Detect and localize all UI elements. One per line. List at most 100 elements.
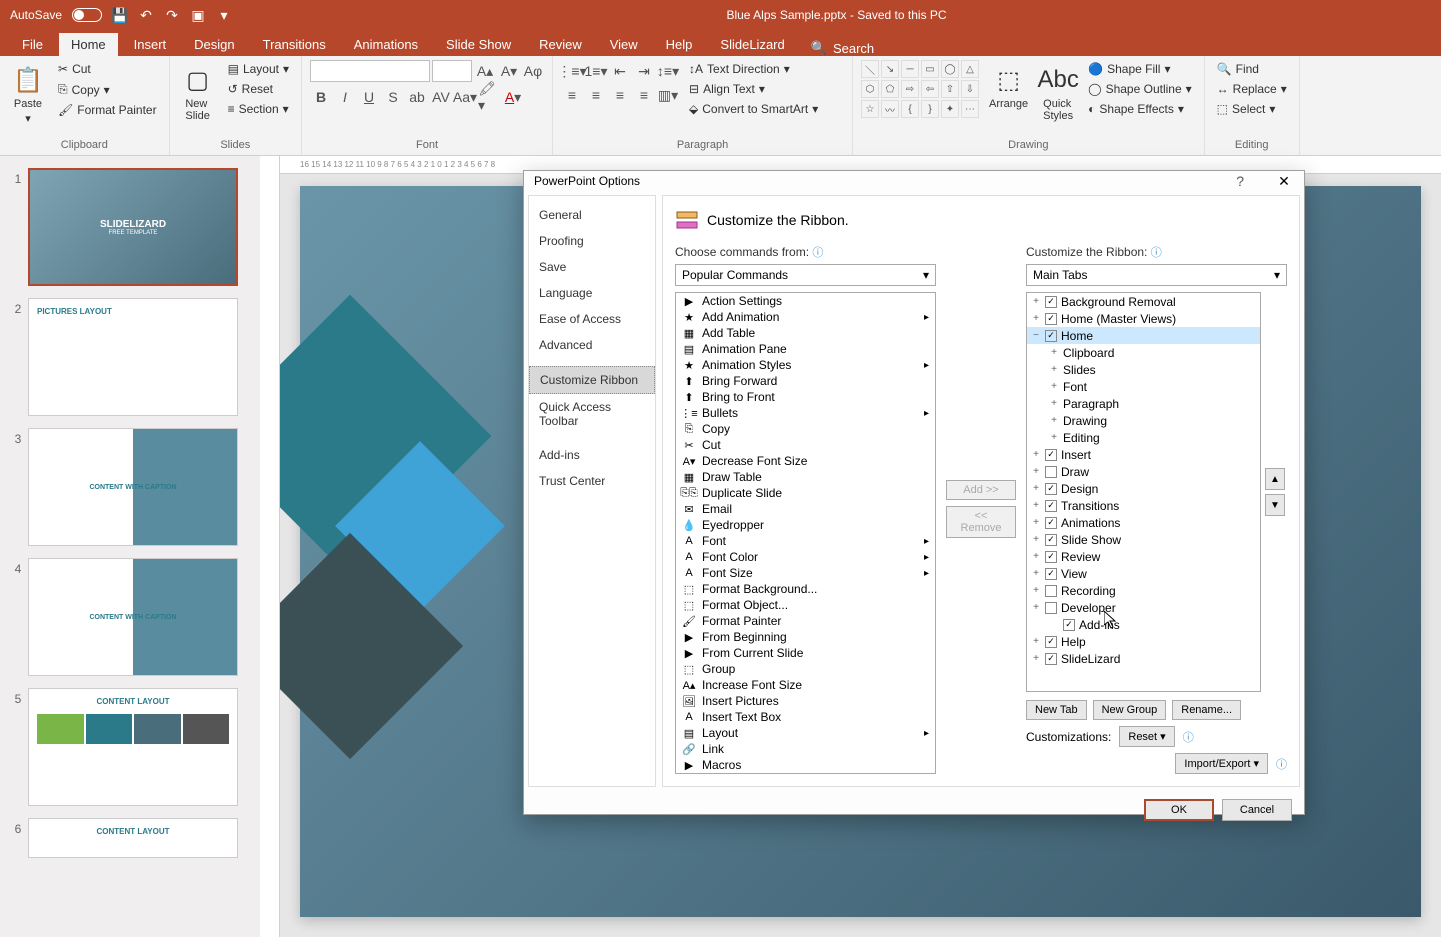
highlight-icon[interactable]: 🖍▾ [478,86,500,108]
tree-item[interactable]: +View [1027,565,1260,582]
rename-button[interactable]: Rename... [1172,700,1241,720]
command-item[interactable]: ▶Macros [676,757,935,773]
tree-item[interactable]: +Slides [1027,361,1260,378]
convert-smartart-button[interactable]: ⬙Convert to SmartArt▾ [685,100,822,118]
command-item[interactable]: 🖌Format Painter [676,613,935,629]
tree-checkbox[interactable] [1045,483,1057,495]
tab-review[interactable]: Review [527,33,594,56]
tree-expand-icon[interactable]: + [1031,585,1041,596]
tree-expand-icon[interactable]: + [1031,296,1041,307]
commands-listbox[interactable]: ▶Action Settings★Add Animation▸▦Add Tabl… [675,292,936,774]
tree-item[interactable]: +Home (Master Views) [1027,310,1260,327]
copy-button[interactable]: ⎘Copy▾ [54,80,161,99]
command-item[interactable]: AFont▸ [676,533,935,549]
command-item[interactable]: ▶From Beginning [676,629,935,645]
tree-checkbox[interactable] [1045,330,1057,342]
tree-item[interactable]: +Paragraph [1027,395,1260,412]
command-item[interactable]: AFont Color▸ [676,549,935,565]
shape-fill-button[interactable]: 🔵Shape Fill▾ [1084,60,1196,78]
import-export-button[interactable]: Import/Export ▾ [1175,753,1268,774]
tree-expand-icon[interactable]: + [1031,466,1041,477]
tree-expand-icon[interactable]: + [1049,347,1059,358]
info-icon[interactable]: ⓘ [812,247,823,259]
tree-item[interactable]: +Design [1027,480,1260,497]
command-item[interactable]: A▴Increase Font Size [676,677,935,693]
tab-file[interactable]: File [10,33,55,56]
align-text-button[interactable]: ⊟Align Text▾ [685,80,822,98]
remove-button[interactable]: << Remove [946,506,1016,538]
info-icon[interactable]: ⓘ [1276,756,1287,772]
shape-h-icon[interactable]: 〰 [881,100,899,118]
slide-thumb-3[interactable]: CONTENT WITH CAPTION [28,428,238,546]
tree-expand-icon[interactable]: + [1031,534,1041,545]
bullets-icon[interactable]: ⋮≡▾ [561,60,583,82]
italic-icon[interactable]: I [334,86,356,108]
tree-checkbox[interactable] [1045,534,1057,546]
command-item[interactable]: ▤Layout▸ [676,725,935,741]
command-item[interactable]: 🖼Insert Pictures [676,693,935,709]
slide-thumb-4[interactable]: CONTENT WITH CAPTION [28,558,238,676]
tree-expand-icon[interactable]: + [1031,653,1041,664]
tree-item[interactable]: +Animations [1027,514,1260,531]
command-item[interactable]: AFont Size▸ [676,565,935,581]
font-size-combo[interactable] [432,60,472,82]
shape-g-icon[interactable]: ☆ [861,100,879,118]
command-item[interactable]: 🔗Link [676,741,935,757]
columns-icon[interactable]: ▥▾ [657,84,679,106]
tree-expand-icon[interactable]: + [1031,568,1041,579]
shapes-gallery[interactable]: ＼↘─▭◯△ ⬡⬠⇨⇦⇧⇩ ☆〰{}✦⋯ [861,60,979,118]
tree-expand-icon[interactable]: + [1031,636,1041,647]
tree-expand-icon[interactable]: + [1049,432,1059,443]
tree-item[interactable]: +Clipboard [1027,344,1260,361]
command-item[interactable]: ▶From Current Slide [676,645,935,661]
command-item[interactable]: ⎘Copy [676,421,935,437]
command-item[interactable]: ⬚Group [676,661,935,677]
command-item[interactable]: ⬆Bring Forward [676,373,935,389]
shape-arrow-icon[interactable]: ↘ [881,60,899,78]
new-tab-button[interactable]: New Tab [1026,700,1087,720]
tree-item[interactable]: +Background Removal [1027,293,1260,310]
undo-icon[interactable]: ↶ [138,7,154,23]
tree-checkbox[interactable] [1045,653,1057,665]
close-icon[interactable]: ✕ [1274,171,1294,191]
sidebar-item-proofing[interactable]: Proofing [529,228,655,254]
customize-ribbon-dropdown[interactable]: Main Tabs▾ [1026,264,1287,286]
reset-dropdown-button[interactable]: Reset ▾ [1119,726,1174,747]
font-family-combo[interactable] [310,60,430,82]
tree-item[interactable]: Add-ins [1027,616,1260,633]
command-item[interactable]: ★Animation Styles▸ [676,357,935,373]
tree-checkbox[interactable] [1045,551,1057,563]
tree-checkbox[interactable] [1045,636,1057,648]
sidebar-item-general[interactable]: General [529,202,655,228]
tree-item[interactable]: +Help [1027,633,1260,650]
tree-expand-icon[interactable]: + [1031,517,1041,528]
save-icon[interactable]: 💾 [112,7,128,23]
shape-line2-icon[interactable]: ─ [901,60,919,78]
tab-view[interactable]: View [598,33,650,56]
slide-thumb-2[interactable]: PICTURES LAYOUT [28,298,238,416]
font-color-icon[interactable]: A▾ [502,86,524,108]
tree-checkbox[interactable] [1045,568,1057,580]
strike-icon[interactable]: S [382,86,404,108]
qat-dropdown-icon[interactable]: ▾ [216,7,232,23]
new-group-button[interactable]: New Group [1093,700,1167,720]
command-item[interactable]: AInsert Text Box [676,709,935,725]
tree-expand-icon[interactable]: + [1049,415,1059,426]
sidebar-item-trustcenter[interactable]: Trust Center [529,468,655,494]
indent-inc-icon[interactable]: ⇥ [633,60,655,82]
command-item[interactable]: ▶Action Settings [676,293,935,309]
sidebar-item-advanced[interactable]: Advanced [529,332,655,358]
tab-help[interactable]: Help [654,33,705,56]
tree-expand-icon[interactable]: + [1049,381,1059,392]
align-right-icon[interactable]: ≡ [609,84,631,106]
add-button[interactable]: Add >> [946,480,1016,500]
quick-styles-button[interactable]: AbcQuick Styles [1038,60,1078,126]
tree-expand-icon[interactable]: + [1031,483,1041,494]
sidebar-item-save[interactable]: Save [529,254,655,280]
align-center-icon[interactable]: ≡ [585,84,607,106]
ribbon-tree[interactable]: +Background Removal+Home (Master Views)−… [1026,292,1261,692]
info-icon[interactable]: ⓘ [1151,247,1162,259]
tree-item[interactable]: +Font [1027,378,1260,395]
sidebar-item-customize-ribbon[interactable]: Customize Ribbon [529,366,655,394]
tree-item[interactable]: +Developer [1027,599,1260,616]
